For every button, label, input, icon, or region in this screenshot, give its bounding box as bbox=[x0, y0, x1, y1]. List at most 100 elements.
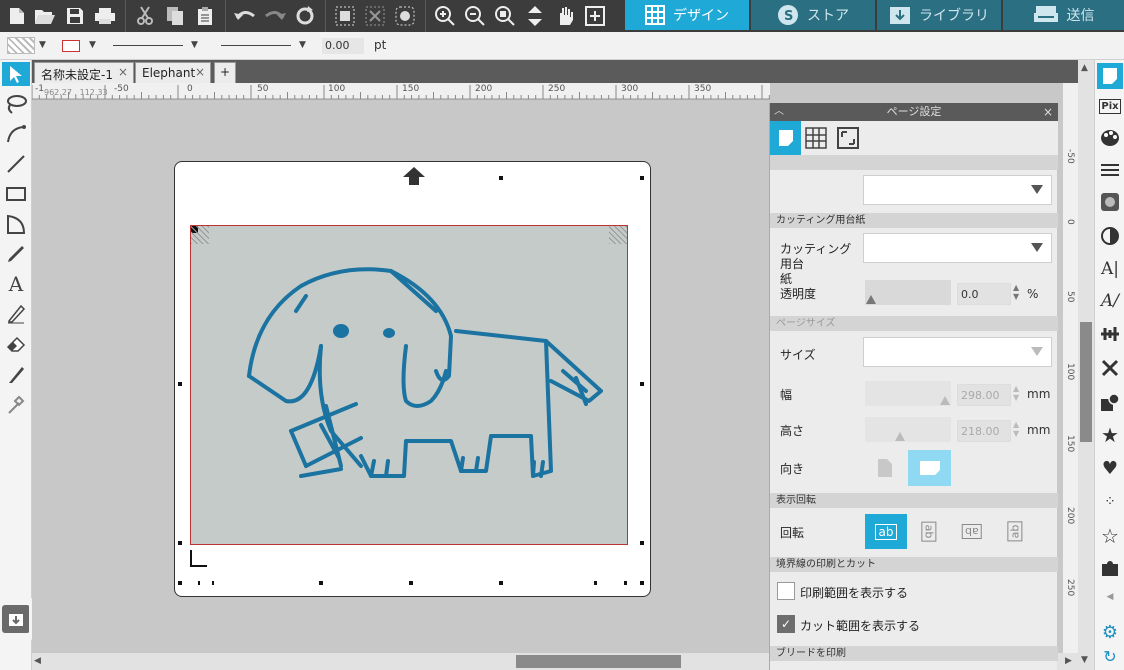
line-dash-preview[interactable] bbox=[221, 45, 291, 46]
close-icon[interactable]: × bbox=[118, 65, 128, 79]
close-icon[interactable]: × bbox=[1043, 103, 1053, 121]
doc-tab-elephant[interactable]: Elephant × bbox=[135, 62, 211, 83]
fill-pattern-swatch[interactable] bbox=[7, 37, 35, 54]
opacity-slider[interactable] bbox=[865, 280, 951, 305]
pen-tool-icon[interactable] bbox=[4, 242, 28, 266]
pixscan-icon[interactable]: Pix bbox=[1098, 94, 1122, 118]
register-marks-subtab-icon[interactable] bbox=[837, 127, 859, 152]
zoom-select-icon[interactable] bbox=[493, 4, 517, 28]
page-size-dropdown[interactable] bbox=[863, 337, 1052, 367]
modify-shapes-icon[interactable] bbox=[1098, 390, 1122, 414]
scroll-down-arrow-icon[interactable]: ▼ bbox=[1081, 655, 1088, 665]
copy-icon[interactable] bbox=[163, 4, 187, 28]
tab-design[interactable]: デザイン bbox=[625, 0, 749, 30]
scroll-thumb[interactable] bbox=[1080, 322, 1092, 442]
line-style-icon[interactable] bbox=[1098, 158, 1122, 182]
save-icon[interactable] bbox=[63, 4, 87, 28]
sparkle-dots-icon[interactable]: ⁘ bbox=[1098, 490, 1122, 514]
show-print-border-checkbox[interactable] bbox=[777, 582, 795, 600]
opacity-stepper[interactable]: ▲ ▼ bbox=[1013, 283, 1019, 301]
sync-icon[interactable]: ↻ bbox=[1098, 644, 1122, 668]
rectangle-tool-icon[interactable] bbox=[4, 182, 28, 206]
polygon-tool-icon[interactable] bbox=[4, 212, 28, 236]
cut-scissors-icon[interactable] bbox=[133, 4, 157, 28]
height-stepper[interactable]: ▲ ▼ bbox=[1013, 420, 1019, 438]
tab-store[interactable]: S ストア bbox=[751, 0, 875, 30]
fill-dropdown-icon[interactable]: ▼ bbox=[39, 40, 46, 50]
undo-icon[interactable] bbox=[233, 4, 257, 28]
collapse-panel-icon[interactable]: ︿ bbox=[774, 103, 784, 121]
paste-clipboard-icon[interactable] bbox=[193, 4, 217, 28]
close-icon[interactable]: × bbox=[195, 65, 205, 79]
add-page-icon[interactable] bbox=[583, 4, 607, 28]
heart-icon[interactable]: ♥ bbox=[1098, 456, 1122, 480]
knife-icon[interactable] bbox=[4, 362, 28, 386]
show-cut-border-checkbox[interactable]: ✓ bbox=[777, 615, 795, 633]
line-color-dropdown-icon[interactable]: ▼ bbox=[89, 40, 96, 50]
redo-icon[interactable] bbox=[263, 4, 287, 28]
contrast-icon[interactable] bbox=[1098, 224, 1122, 248]
add-tab-button[interactable]: + bbox=[214, 62, 236, 83]
media-type-dropdown[interactable] bbox=[863, 175, 1052, 205]
zoom-out-icon[interactable] bbox=[463, 4, 487, 28]
new-document-icon[interactable] bbox=[5, 4, 29, 28]
open-folder-icon[interactable] bbox=[33, 4, 57, 28]
line-style-preview[interactable] bbox=[113, 45, 183, 46]
palette-icon[interactable] bbox=[1098, 126, 1122, 150]
opacity-input[interactable]: 0.0 bbox=[957, 283, 1011, 305]
line-dash-dropdown-icon[interactable]: ▼ bbox=[299, 40, 306, 50]
width-stepper[interactable]: ▲ ▼ bbox=[1013, 384, 1019, 402]
import-download-icon[interactable] bbox=[2, 605, 30, 633]
eyedropper-icon[interactable] bbox=[4, 392, 28, 416]
settings-gear-icon[interactable]: ⚙ bbox=[1098, 620, 1122, 644]
rotate-180-button[interactable]: ab bbox=[951, 514, 993, 549]
lasso-icon[interactable] bbox=[4, 92, 28, 116]
rotate-90-button[interactable]: ab bbox=[908, 514, 950, 549]
line-width-input[interactable]: 0.00 bbox=[322, 38, 364, 54]
rotate-270-button[interactable]: ab bbox=[994, 514, 1036, 549]
design-canvas[interactable] bbox=[32, 100, 770, 653]
tab-library[interactable]: ライブラリ bbox=[877, 0, 1001, 30]
collapse-arrow-icon[interactable]: ◀ bbox=[1098, 585, 1122, 609]
print-icon[interactable] bbox=[93, 4, 117, 28]
width-input[interactable]: 298.00 bbox=[957, 384, 1011, 406]
zoom-in-icon[interactable] bbox=[433, 4, 457, 28]
group-icon[interactable] bbox=[333, 4, 357, 28]
height-input[interactable]: 218.00 bbox=[957, 420, 1011, 442]
curve-tool-icon[interactable] bbox=[4, 122, 28, 146]
page-setup-icon[interactable] bbox=[1097, 63, 1123, 89]
scroll-thumb[interactable] bbox=[516, 655, 681, 668]
page-subtab-icon[interactable] bbox=[770, 121, 801, 155]
replicate-icon[interactable] bbox=[393, 4, 417, 28]
vertical-scrollbar[interactable]: ▲ ▼ bbox=[1078, 60, 1094, 670]
hand-pan-icon[interactable] bbox=[553, 4, 577, 28]
line-style-dropdown-icon[interactable]: ▼ bbox=[191, 40, 198, 50]
scroll-right-arrow-icon[interactable]: ▶ bbox=[1065, 656, 1072, 666]
puzzle-icon[interactable] bbox=[1098, 556, 1122, 580]
rotate-0-button[interactable]: ab bbox=[865, 514, 907, 549]
grid-subtab-icon[interactable] bbox=[805, 127, 827, 152]
landscape-orientation-icon[interactable] bbox=[908, 450, 951, 486]
text-on-path-icon[interactable]: A/ bbox=[1098, 289, 1122, 313]
refresh-icon[interactable] bbox=[293, 4, 317, 28]
eraser-icon[interactable] bbox=[4, 332, 28, 356]
fit-to-page-icon[interactable] bbox=[523, 4, 547, 28]
ungroup-icon[interactable] bbox=[363, 4, 387, 28]
line-color-swatch[interactable] bbox=[62, 40, 80, 52]
star-filled-icon[interactable]: ★ bbox=[1098, 423, 1122, 447]
scroll-left-arrow-icon[interactable]: ◀ bbox=[34, 656, 41, 666]
align-icon[interactable] bbox=[1098, 322, 1122, 346]
text-style-icon[interactable]: A| bbox=[1098, 257, 1122, 281]
portrait-orientation-icon[interactable] bbox=[877, 458, 893, 481]
replicate-panel-icon[interactable] bbox=[1098, 356, 1122, 380]
width-slider[interactable] bbox=[865, 381, 951, 406]
doc-tab-untitled[interactable]: 名称未設定-1 × bbox=[34, 62, 134, 83]
edit-points-icon[interactable] bbox=[4, 302, 28, 326]
line-tool-icon[interactable] bbox=[4, 152, 28, 176]
text-tool-icon[interactable]: A bbox=[4, 272, 28, 296]
select-arrow-icon[interactable] bbox=[2, 62, 30, 86]
height-slider[interactable] bbox=[865, 417, 951, 442]
cutting-mat-dropdown[interactable] bbox=[863, 233, 1052, 263]
fill-pattern-icon[interactable] bbox=[1098, 190, 1122, 214]
tab-send[interactable]: 送信 bbox=[1003, 0, 1124, 30]
